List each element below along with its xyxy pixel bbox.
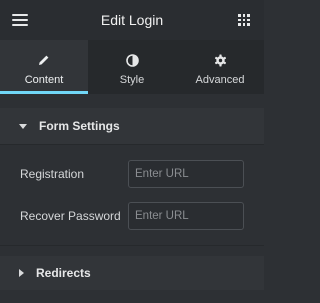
registration-url-input[interactable] [128,160,244,188]
registration-label: Registration [20,167,85,181]
caret-right-icon [19,269,24,277]
tab-advanced[interactable]: Advanced [176,40,264,94]
registration-row: Registration [0,160,264,188]
panel-header: Edit Login [0,0,264,40]
tab-style[interactable]: Style [88,40,176,94]
tab-content[interactable]: Content [0,40,88,94]
divider [0,245,264,246]
panel-title: Edit Login [100,12,164,28]
divider [0,144,264,145]
caret-down-icon [19,123,27,129]
tab-content-label: Content [24,74,64,86]
tab-advanced-label: Advanced [195,74,245,86]
editor-tabs: Content Style Advanced [0,40,264,94]
tab-style-label: Style [119,74,145,86]
half-circle-icon [124,52,140,68]
section-form-settings-header[interactable]: Form Settings [0,108,264,144]
grid-icon[interactable] [238,14,250,26]
pencil-icon [36,52,52,68]
gear-icon [212,52,228,68]
recover-password-label: Recover Password [20,209,121,223]
recover-password-row: Recover Password [0,202,264,230]
section-title: Redirects [36,266,91,280]
section-redirects-header[interactable]: Redirects [0,256,264,290]
recover-password-url-input[interactable] [128,202,244,230]
section-title: Form Settings [39,119,120,133]
